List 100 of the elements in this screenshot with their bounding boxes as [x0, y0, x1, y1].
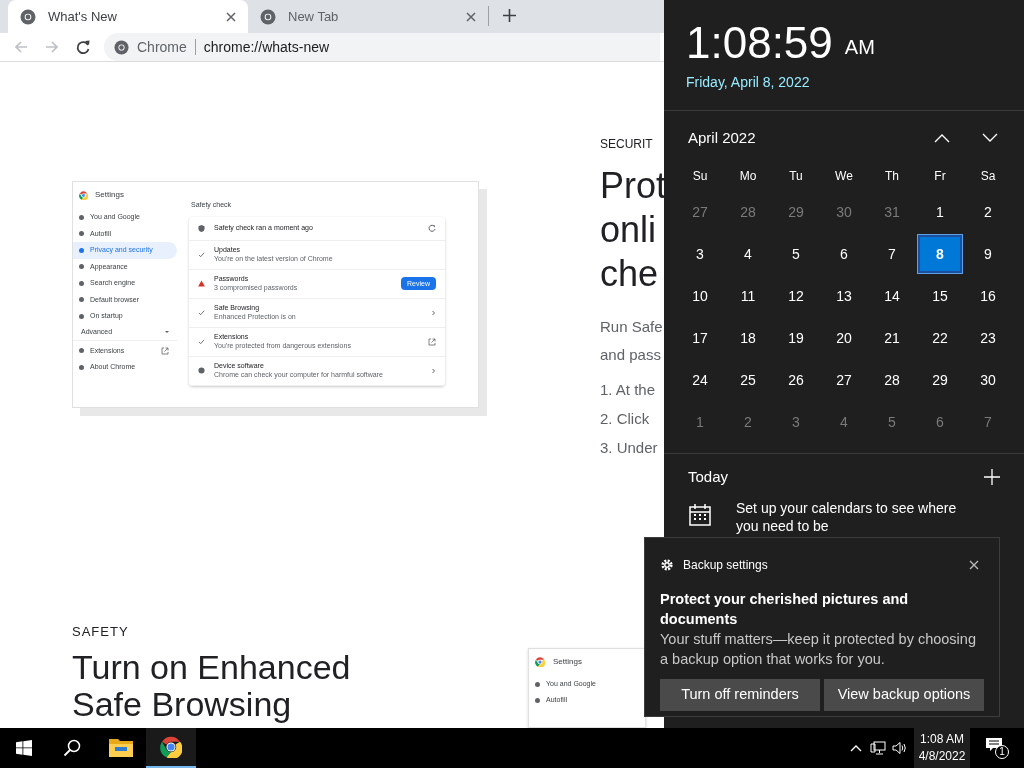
plus-icon[interactable] — [984, 469, 1000, 486]
close-icon[interactable] — [969, 560, 979, 570]
calendar-day[interactable]: 7 — [966, 403, 1010, 441]
section-eyebrow: SECURIT — [600, 137, 654, 152]
new-tab-icon[interactable] — [503, 9, 516, 22]
weekday-label: Mo — [738, 168, 758, 185]
toast-button[interactable]: Turn off reminders — [660, 679, 820, 711]
calendar-day[interactable]: 4 — [726, 235, 770, 273]
settings-title: Settings — [95, 189, 124, 201]
notification-icon[interactable] — [985, 737, 1003, 753]
volume-icon[interactable] — [892, 741, 908, 755]
calendar-day[interactable]: 16 — [966, 277, 1010, 315]
network-icon[interactable] — [870, 741, 886, 755]
calendar-day[interactable]: 4 — [822, 403, 866, 441]
external-link-icon[interactable] — [161, 346, 169, 355]
nav-bullet-icon — [535, 681, 540, 687]
calendar-day[interactable]: 27 — [822, 361, 866, 399]
calendar-day[interactable]: 2 — [726, 403, 770, 441]
nav-bullet-icon — [79, 247, 84, 253]
calendar-icon — [688, 502, 712, 527]
calendar-day[interactable]: 13 — [822, 277, 866, 315]
calendar-day[interactable]: 20 — [822, 319, 866, 357]
chevron-up-icon[interactable] — [850, 744, 862, 752]
calendar-day[interactable]: 1 — [918, 193, 962, 231]
chevron-up-icon[interactable] — [934, 133, 950, 143]
calendar-day[interactable]: 21 — [870, 319, 914, 357]
close-icon[interactable] — [226, 11, 236, 22]
weekday-label: Sa — [979, 168, 997, 185]
calendar-day[interactable]: 26 — [774, 361, 818, 399]
calendar-day[interactable]: 1 — [678, 403, 722, 441]
external-link-icon[interactable] — [428, 337, 436, 346]
nav-bullet-icon — [79, 214, 84, 220]
toast-body: Your stuff matters—keep it protected by choosing a backup option that works for you. — [660, 630, 977, 669]
taskbar-clock[interactable]: 1:08 AM 4/8/2022 — [914, 728, 970, 768]
calendar-day[interactable]: 19 — [774, 319, 818, 357]
calendar-day[interactable]: 14 — [870, 277, 914, 315]
weekday-label: Th — [884, 168, 900, 185]
calendar-day[interactable]: 5 — [774, 235, 818, 273]
caret-icon[interactable] — [165, 331, 169, 333]
notification-badge: 1 — [995, 745, 1009, 759]
calendar-day[interactable]: 15 — [918, 277, 962, 315]
calendar-day[interactable]: 2 — [966, 193, 1010, 231]
close-icon[interactable] — [466, 11, 476, 22]
chrome-tab-icon — [20, 8, 36, 25]
info-icon — [198, 367, 205, 374]
calendar-day[interactable]: 28 — [870, 361, 914, 399]
calendar-day[interactable]: 3 — [678, 235, 722, 273]
toast-button[interactable]: View backup options — [824, 679, 984, 711]
shield-icon — [198, 224, 205, 232]
chrome-tab-icon — [260, 8, 276, 25]
calendar-day[interactable]: 6 — [822, 235, 866, 273]
calendar-day[interactable]: 3 — [774, 403, 818, 441]
step-text: 3. Under — [600, 438, 659, 458]
weekday-label: Su — [691, 168, 709, 185]
browser-tab[interactable]: What's New — [8, 0, 248, 33]
calendar-day[interactable]: 10 — [678, 277, 722, 315]
check-icon — [198, 251, 205, 258]
search-icon[interactable] — [63, 739, 81, 757]
month-title[interactable]: April 2022 — [688, 126, 756, 150]
section-eyebrow: SAFETY — [72, 624, 130, 639]
toast-title: Protect your cherished pictures and documents — [660, 590, 910, 629]
calendar-day[interactable]: 7 — [870, 235, 914, 273]
calendar-day[interactable]: 22 — [918, 319, 962, 357]
calendar-day[interactable]: 6 — [918, 403, 962, 441]
calendar-day[interactable]: 29 — [774, 193, 818, 231]
warning-icon — [198, 280, 205, 287]
toast-app-name: Backup settings — [683, 557, 769, 574]
browser-tab[interactable]: New Tab — [248, 0, 488, 33]
calendar-day[interactable]: 8 — [918, 235, 962, 273]
calendar-day[interactable]: 28 — [726, 193, 770, 231]
calendar-day[interactable]: 17 — [678, 319, 722, 357]
taskbar-app[interactable] — [146, 728, 196, 768]
calendar-day[interactable]: 18 — [726, 319, 770, 357]
windows-start-icon[interactable] — [16, 740, 32, 756]
calendar-day[interactable]: 24 — [678, 361, 722, 399]
date-link[interactable]: Friday, April 8, 2022 — [686, 72, 1024, 93]
calendar-day[interactable]: 31 — [870, 193, 914, 231]
calendar-day[interactable]: 12 — [774, 277, 818, 315]
calendar-day[interactable]: 25 — [726, 361, 770, 399]
calendar-day[interactable]: 5 — [870, 403, 914, 441]
gear-icon — [660, 558, 674, 572]
calendar-day[interactable]: 23 — [966, 319, 1010, 357]
calendar-day[interactable]: 29 — [918, 361, 962, 399]
check-icon — [198, 309, 205, 316]
calendar-day[interactable]: 30 — [966, 361, 1010, 399]
heading-line: che — [600, 252, 660, 296]
nav-bullet-icon — [79, 313, 84, 319]
reload-icon[interactable] — [75, 39, 91, 55]
chrome-logo-icon — [79, 190, 88, 200]
calendar-day[interactable]: 27 — [678, 193, 722, 231]
calendar-day[interactable]: 9 — [966, 235, 1010, 273]
address-bar[interactable]: Chrome chrome://whats-new — [104, 33, 660, 61]
nav-bullet-icon — [535, 697, 540, 703]
refresh-icon[interactable] — [428, 224, 436, 232]
calendar-day[interactable]: 30 — [822, 193, 866, 231]
clock-ampm: AM — [844, 35, 875, 60]
heading-line: Prot — [600, 164, 667, 208]
calendar-day[interactable]: 11 — [726, 277, 770, 315]
clock-time: 1:08:59 — [686, 18, 833, 68]
chevron-down-icon[interactable] — [982, 133, 998, 143]
